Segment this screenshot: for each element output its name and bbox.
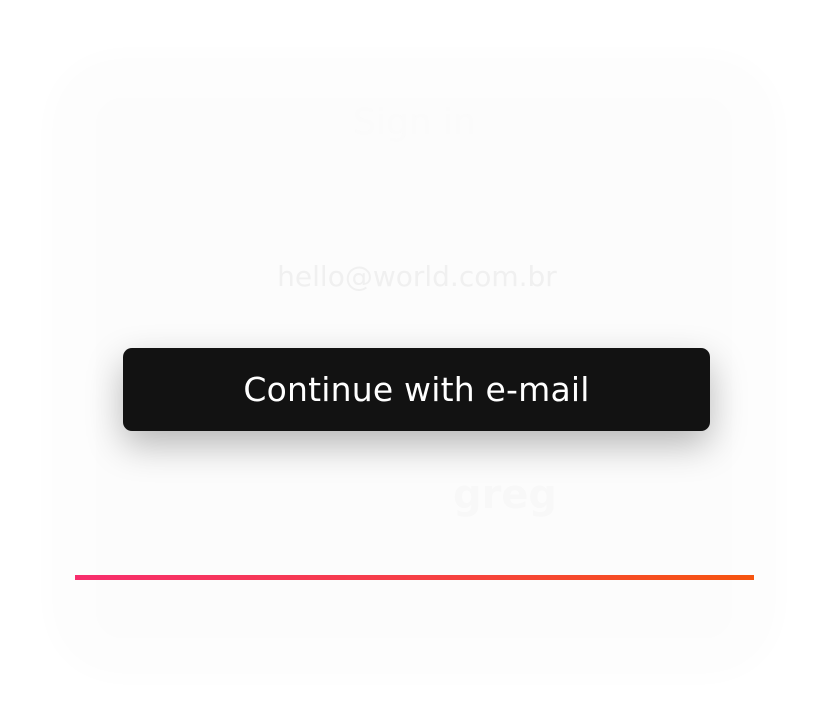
continue-with-email-button[interactable]: Continue with e-mail bbox=[123, 348, 710, 431]
gradient-divider bbox=[75, 575, 754, 580]
email-field[interactable] bbox=[210, 248, 624, 304]
page-title: Sign in bbox=[353, 102, 476, 143]
secondary-link-text: greg bbox=[452, 472, 558, 518]
sign-in-screen: Sign in Continue with e-mail greg bbox=[0, 0, 829, 722]
